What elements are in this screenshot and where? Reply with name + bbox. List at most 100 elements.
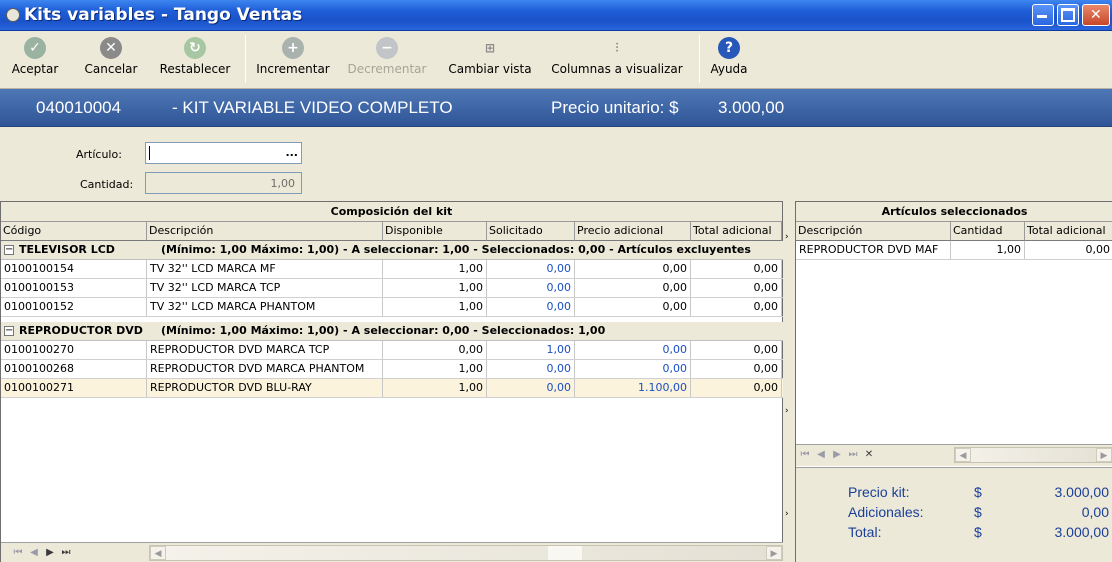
title-bar: Kits variables - Tango Ventas ✕	[0, 0, 1112, 31]
first-record-icon[interactable]: ⏮	[798, 448, 812, 461]
splitter-arrow-icon[interactable]: ›	[785, 509, 789, 519]
cell-solicitado[interactable]: 0,00	[487, 379, 575, 397]
scroll-right-icon[interactable]: ▶	[766, 546, 782, 560]
cell-disponible: 1,00	[383, 279, 487, 297]
window-title: Kits variables - Tango Ventas	[24, 5, 303, 25]
cell-solicitado[interactable]: 0,00	[487, 298, 575, 316]
adicionales-label: Adicionales:	[848, 504, 924, 520]
cell-total-adicional: 0,00	[691, 379, 782, 397]
browse-button[interactable]: ...	[285, 146, 298, 159]
article-form: Artículo: ... Cantidad: 1,00	[0, 127, 1112, 199]
maximize-button[interactable]	[1057, 4, 1079, 26]
cell-disponible: 1,00	[383, 298, 487, 316]
cell-solicitado[interactable]: 1,00	[487, 341, 575, 359]
cell-descripcion: REPRODUCTOR DVD BLU-RAY	[147, 379, 383, 397]
text-cursor	[149, 146, 150, 160]
col-header-disponible[interactable]: Disponible	[383, 222, 487, 241]
accept-label: Aceptar	[11, 62, 59, 76]
cell-disponible: 1,00	[383, 360, 487, 378]
prev-record-icon[interactable]: ◀	[814, 448, 828, 461]
table-row[interactable]: 0100100153 TV 32'' LCD MARCA TCP 1,00 0,…	[1, 279, 784, 298]
last-record-icon[interactable]: ⏭	[59, 546, 73, 559]
cell-solicitado[interactable]: 0,00	[487, 260, 575, 278]
group-name: TELEVISOR LCD	[19, 243, 115, 256]
cell-cantidad: 1,00	[951, 241, 1025, 259]
group-name: REPRODUCTOR DVD	[19, 324, 143, 337]
cell-codigo: 0100100154	[1, 260, 147, 278]
cell-descripcion: TV 32'' LCD MARCA MF	[147, 260, 383, 278]
cell-precio-adicional: 0,00	[575, 279, 691, 297]
columns-button[interactable]: ⫶ Columnas a visualizar	[548, 33, 686, 87]
table-row[interactable]: 0100100270 REPRODUCTOR DVD MARCA TCP 0,0…	[1, 341, 784, 360]
selected-articles-title: Artículos seleccionados	[796, 202, 1112, 222]
col-header-descripcion[interactable]: Descripción	[796, 222, 951, 241]
refresh-icon: ↻	[184, 37, 206, 59]
cell-total-adicional: 0,00	[691, 279, 782, 297]
cell-solicitado[interactable]: 0,00	[487, 360, 575, 378]
app-icon	[6, 8, 20, 22]
cell-total-adicional: 0,00	[1085, 243, 1111, 256]
last-record-icon[interactable]: ⏭	[846, 448, 860, 461]
collapse-icon[interactable]: −	[4, 245, 14, 255]
table-row[interactable]: 0100100152 TV 32'' LCD MARCA PHANTOM 1,0…	[1, 298, 784, 317]
prev-record-icon[interactable]: ◀	[27, 546, 41, 559]
horizontal-scrollbar[interactable]: ◀ ▶	[954, 447, 1112, 463]
col-header-cantidad[interactable]: Cantidad	[951, 222, 1025, 241]
cell-total-adicional: 0,00	[691, 360, 782, 378]
kit-composition-title: Composición del kit	[1, 202, 782, 222]
col-header-codigo[interactable]: Código	[1, 222, 147, 241]
articulo-input[interactable]: ...	[145, 142, 302, 164]
adicionales-value: 0,00	[1081, 504, 1109, 520]
delete-record-icon[interactable]: ✕	[862, 448, 876, 461]
horizontal-scrollbar[interactable]: ◀ ▶	[149, 545, 783, 561]
minimize-button[interactable]	[1032, 4, 1054, 26]
selected-row[interactable]: REPRODUCTOR DVD MAF 1,00 0,00	[796, 241, 1112, 260]
toolbar-separator	[245, 35, 246, 83]
table-row[interactable]: 0100100154 TV 32'' LCD MARCA MF 1,00 0,0…	[1, 260, 784, 279]
decrement-button[interactable]: − Decrementar	[344, 33, 430, 87]
currency-symbol: $	[974, 504, 982, 520]
table-row[interactable]: 0100100271 REPRODUCTOR DVD BLU-RAY 1,00 …	[1, 379, 784, 398]
change-view-button[interactable]: ⊞ Cambiar vista	[444, 33, 536, 87]
cantidad-field[interactable]: 1,00	[145, 172, 302, 194]
close-button[interactable]: ✕	[1082, 4, 1110, 26]
panel-splitter[interactable]: › › ›	[783, 201, 795, 562]
cell-descripcion: REPRODUCTOR DVD MARCA PHANTOM	[147, 360, 383, 378]
next-record-icon[interactable]: ▶	[830, 448, 844, 461]
kit-header: 040010004 - KIT VARIABLE VIDEO COMPLETO …	[0, 89, 1112, 127]
col-header-precio-adicional[interactable]: Precio adicional	[575, 222, 691, 241]
precio-kit-label: Precio kit:	[848, 484, 910, 500]
cell-disponible: 1,00	[383, 260, 487, 278]
table-row[interactable]: 0100100268 REPRODUCTOR DVD MARCA PHANTOM…	[1, 360, 784, 379]
scroll-thumb[interactable]	[548, 546, 582, 560]
cancel-button[interactable]: ✕ Cancelar	[82, 33, 140, 87]
unit-price-label: Precio unitario: $	[551, 98, 679, 117]
increment-button[interactable]: + Incrementar	[253, 33, 333, 87]
cell-solicitado[interactable]: 0,00	[487, 279, 575, 297]
cell-codigo: 0100100270	[1, 341, 147, 359]
scroll-right-icon[interactable]: ▶	[1096, 448, 1112, 462]
group-row-reproductor[interactable]: − REPRODUCTOR DVD (Mínimo: 1,00 Máximo: …	[1, 322, 784, 341]
cell-precio-adicional: 0,00	[575, 298, 691, 316]
precio-kit-value: 3.000,00	[1054, 484, 1110, 500]
scroll-left-icon[interactable]: ◀	[955, 448, 971, 462]
scroll-left-icon[interactable]: ◀	[150, 546, 166, 560]
reset-button[interactable]: ↻ Restablecer	[156, 33, 234, 87]
col-header-total-adicional[interactable]: Total adicional	[1025, 222, 1112, 241]
group-row-televisor[interactable]: − TELEVISOR LCD (Mínimo: 1,00 Máximo: 1,…	[1, 241, 784, 260]
group-info: (Mínimo: 1,00 Máximo: 1,00) - A seleccio…	[161, 243, 751, 256]
cell-descripcion: REPRODUCTOR DVD MAF	[796, 241, 951, 259]
cell-descripcion: TV 32'' LCD MARCA PHANTOM	[147, 298, 383, 316]
splitter-arrow-icon[interactable]: ›	[785, 232, 789, 242]
col-header-solicitado[interactable]: Solicitado	[487, 222, 575, 241]
change-view-label: Cambiar vista	[448, 62, 532, 76]
splitter-arrow-icon[interactable]: ›	[785, 406, 789, 416]
app-window: Kits variables - Tango Ventas ✕ ✓ Acepta…	[0, 0, 1112, 562]
collapse-icon[interactable]: −	[4, 326, 14, 336]
col-header-total-adicional[interactable]: Total adicional	[691, 222, 782, 241]
help-button[interactable]: ? Ayuda	[706, 33, 752, 87]
accept-button[interactable]: ✓ Aceptar	[6, 33, 64, 87]
col-header-descripcion[interactable]: Descripción	[147, 222, 383, 241]
first-record-icon[interactable]: ⏮	[11, 546, 25, 559]
next-record-icon[interactable]: ▶	[43, 546, 57, 559]
